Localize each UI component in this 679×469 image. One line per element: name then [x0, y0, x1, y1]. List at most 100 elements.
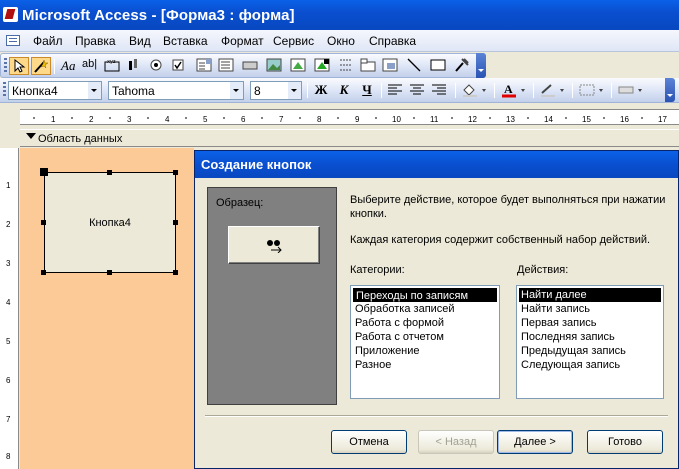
ruler-tick: 15 [582, 115, 591, 124]
resize-handle[interactable] [173, 270, 178, 275]
bold-button[interactable]: Ж [312, 82, 330, 99]
font-color-icon[interactable]: A [499, 82, 529, 100]
toolbar-separator [307, 83, 308, 98]
line-icon[interactable] [405, 57, 425, 75]
textbox-icon[interactable]: ab| [81, 57, 101, 75]
chevron-down-icon[interactable] [288, 82, 301, 99]
category-item[interactable]: Работа с отчетом [353, 330, 497, 344]
action-item[interactable]: Первая запись [519, 316, 661, 330]
toolbar-options-icon[interactable] [665, 78, 675, 102]
action-item[interactable]: Следующая запись [519, 358, 661, 372]
svg-text:A: A [504, 82, 513, 96]
category-item[interactable]: Приложение [353, 344, 497, 358]
menu-insert[interactable]: Вставка [163, 34, 208, 48]
option-group-icon[interactable]: xyz [103, 57, 123, 75]
special-effect-icon[interactable] [616, 82, 646, 100]
ruler-tick: 8 [317, 115, 322, 124]
cancel-button[interactable]: Отмена [331, 430, 407, 454]
form-command-button[interactable]: Кнопка4 [44, 172, 176, 273]
resize-handle[interactable] [173, 170, 178, 175]
chevron-down-icon[interactable] [88, 82, 101, 99]
toolbox-toolbar: Aa ab| xyz [0, 53, 486, 78]
menu-help[interactable]: Справка [369, 34, 416, 48]
resize-handle[interactable] [107, 270, 112, 275]
underline-button[interactable]: Ч [358, 82, 376, 99]
line-width-icon[interactable] [577, 82, 607, 100]
form-window-icon[interactable] [6, 35, 20, 46]
form-design-surface[interactable]: Кнопка4 [20, 148, 194, 469]
menu-view[interactable]: Вид [129, 34, 151, 48]
object-select[interactable]: Кнопка4 [8, 81, 102, 100]
finish-button[interactable]: Готово [587, 430, 663, 454]
action-item[interactable]: Найти далее [519, 288, 661, 302]
menu-format[interactable]: Формат [221, 34, 264, 48]
resize-handle[interactable] [107, 170, 112, 175]
wizard-description-categories: Каждая категория содержит собственный на… [350, 234, 651, 246]
ruler-tick: 14 [544, 115, 553, 124]
tab-control-icon[interactable] [359, 57, 379, 75]
resize-handle[interactable] [173, 220, 178, 225]
command-button-icon[interactable] [241, 57, 261, 75]
align-center-icon[interactable] [408, 82, 428, 100]
select-objects-icon[interactable] [9, 57, 29, 75]
back-button[interactable]: < Назад [418, 430, 494, 454]
toolbar-options-icon[interactable] [476, 53, 486, 78]
ruler-tick: 2 [6, 220, 11, 229]
next-button[interactable]: Далее > [497, 430, 573, 454]
ruler-tick: 16 [620, 115, 629, 124]
toolbar-grip[interactable] [3, 82, 6, 98]
menu-tools[interactable]: Сервис [273, 34, 314, 48]
category-item[interactable]: Разное [353, 358, 497, 372]
checkbox-icon[interactable] [169, 57, 189, 75]
option-button-icon[interactable] [147, 57, 167, 75]
category-item[interactable]: Переходы по записям [353, 288, 497, 302]
horizontal-ruler[interactable]: 1 2 3 4 5 6 7 8 9 10 11 12 13 14 15 16 1… [20, 109, 679, 125]
ruler-tick: 5 [203, 115, 208, 124]
vertical-ruler[interactable]: 1 2 3 4 5 6 7 8 [0, 148, 19, 469]
align-left-icon[interactable] [386, 82, 406, 100]
ruler-tick: 2 [89, 115, 94, 124]
move-handle[interactable] [40, 168, 48, 176]
find-next-icon [267, 240, 282, 253]
category-item[interactable]: Обработка записей [353, 302, 497, 316]
image-icon[interactable] [265, 57, 285, 75]
align-right-icon[interactable] [430, 82, 450, 100]
more-controls-icon[interactable] [453, 57, 473, 75]
listbox-icon[interactable] [217, 57, 237, 75]
italic-button[interactable]: К [335, 82, 353, 99]
ruler-tick: 3 [127, 115, 132, 124]
line-color-icon[interactable] [538, 82, 568, 100]
ruler-tick: 8 [6, 452, 11, 461]
section-label: Область данных [38, 133, 123, 145]
action-item[interactable]: Последняя запись [519, 330, 661, 344]
resize-handle[interactable] [41, 270, 46, 275]
toolbar-grip[interactable] [4, 58, 7, 74]
font-select[interactable]: Tahoma [108, 81, 244, 100]
font-size-select[interactable]: 8 [250, 81, 302, 100]
menu-file[interactable]: Файл [33, 34, 63, 48]
categories-listbox[interactable]: Переходы по записям Обработка записей Ра… [350, 285, 500, 399]
subform-icon[interactable] [381, 57, 401, 75]
action-item[interactable]: Найти запись [519, 302, 661, 316]
menu-window[interactable]: Окно [327, 34, 355, 48]
window-title: Microsoft Access - [Форма3 : форма] [22, 7, 295, 24]
ruler-corner[interactable] [0, 105, 20, 127]
chevron-down-icon[interactable] [230, 82, 243, 99]
access-app-icon[interactable] [3, 7, 18, 22]
control-wizards-icon[interactable] [31, 57, 51, 75]
menu-edit[interactable]: Правка [75, 34, 116, 48]
resize-handle[interactable] [41, 220, 46, 225]
fill-color-icon[interactable] [460, 82, 490, 100]
bound-object-icon[interactable] [313, 57, 333, 75]
combobox-icon[interactable] [195, 57, 215, 75]
rectangle-icon[interactable] [429, 57, 449, 75]
unbound-object-icon[interactable] [289, 57, 309, 75]
detail-section-bar[interactable]: Область данных [20, 129, 679, 147]
label-icon[interactable]: Aa [59, 57, 79, 75]
actions-listbox[interactable]: Найти далее Найти запись Первая запись П… [516, 285, 664, 399]
action-item[interactable]: Предыдущая запись [519, 344, 661, 358]
sample-preview-panel: Образец: [207, 187, 337, 405]
page-break-icon[interactable] [337, 57, 357, 75]
category-item[interactable]: Работа с формой [353, 316, 497, 330]
toggle-button-icon[interactable] [125, 57, 145, 75]
